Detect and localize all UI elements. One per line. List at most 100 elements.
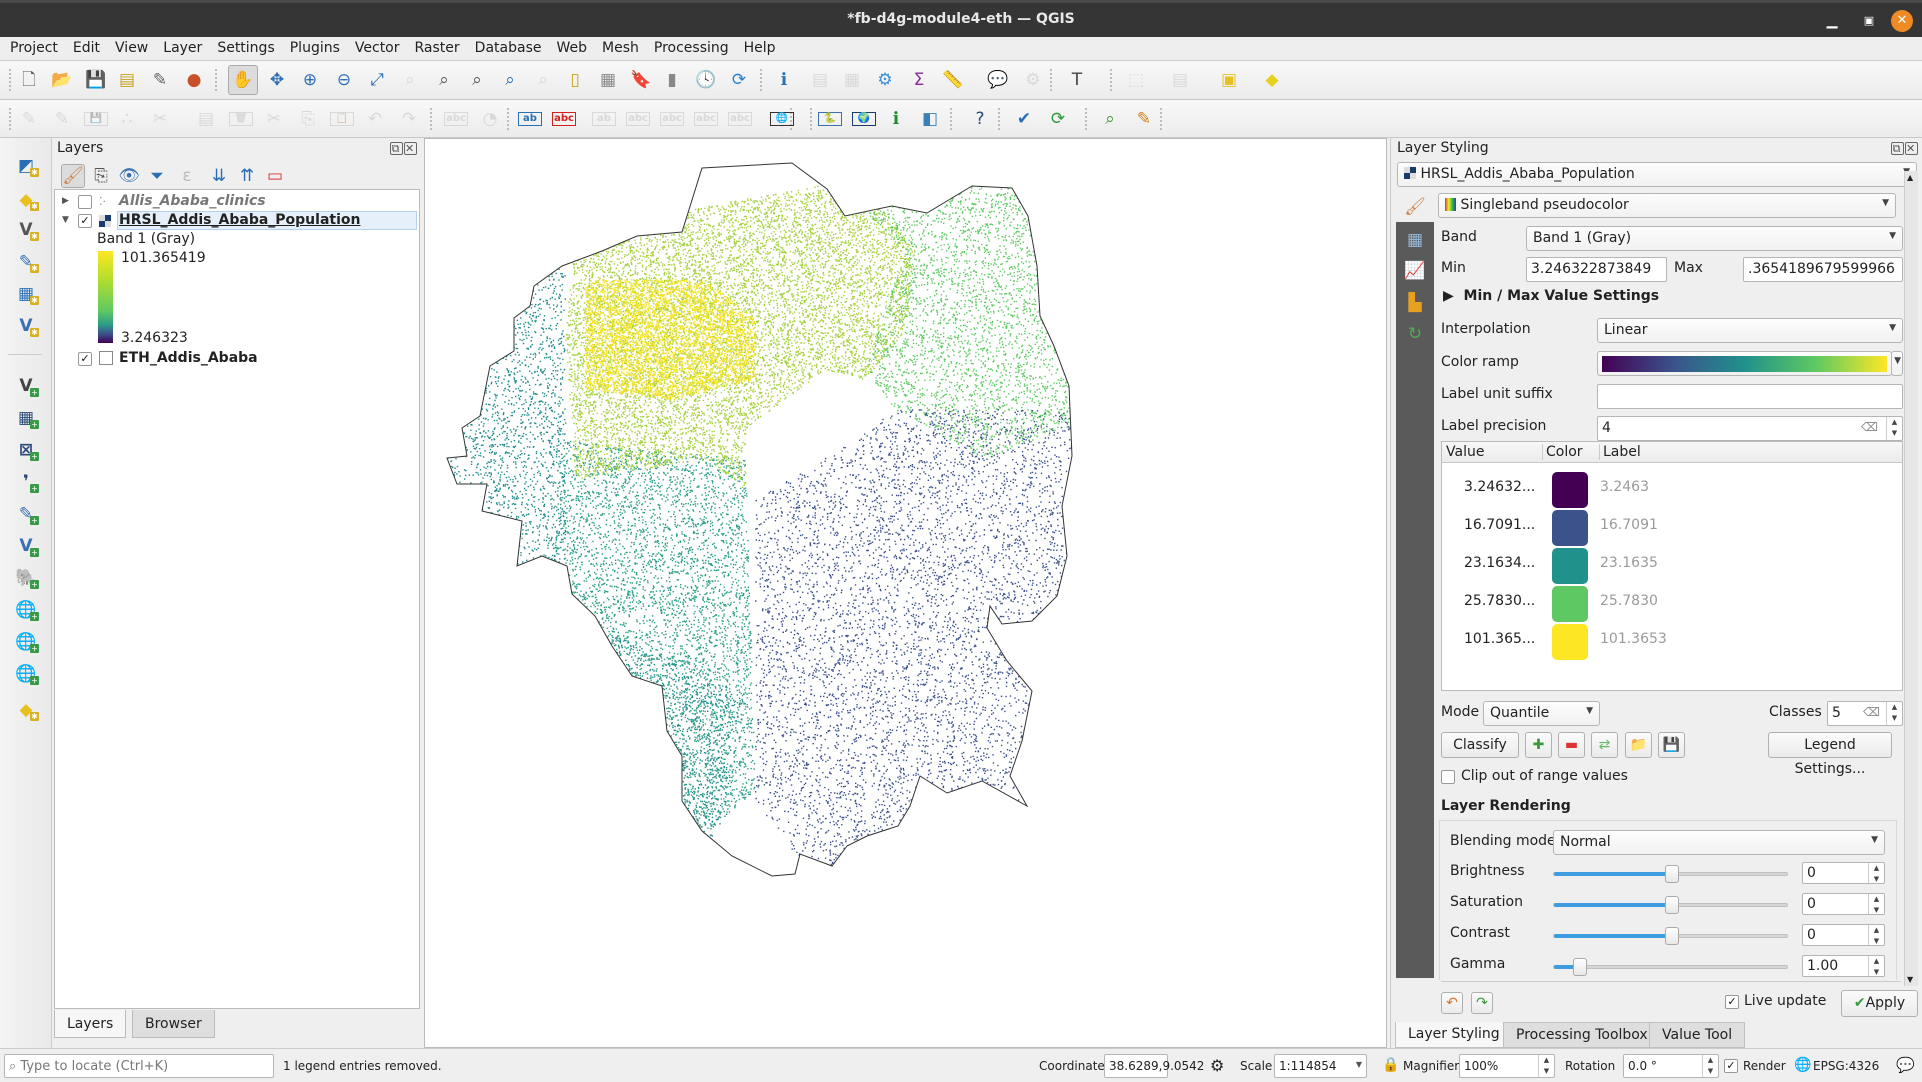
layer-select[interactable]: HRSL_Addis_Ababa_Population ▼: [1397, 162, 1917, 187]
toolbar-grip[interactable]: [1085, 108, 1089, 130]
class-color-swatch[interactable]: [1552, 510, 1588, 546]
label-precision-spinbox[interactable]: 4 ⌫ ▲ ▼: [1597, 416, 1903, 441]
spin-arrows-icon[interactable]: ▲ ▼: [1868, 863, 1884, 883]
zoom-out-icon[interactable]: ⊖: [332, 68, 356, 92]
scroll-down-icon[interactable]: ▼: [1907, 975, 1913, 984]
minmax-settings-toggle[interactable]: ▶ Min / Max Value Settings: [1443, 288, 1659, 304]
class-label[interactable]: 23.1635: [1600, 555, 1658, 571]
class-label[interactable]: 16.7091: [1600, 517, 1658, 533]
save-project-icon[interactable]: 💾: [84, 68, 108, 92]
spin-arrows-icon[interactable]: ▲ ▼: [1538, 1055, 1554, 1077]
gamma-slider[interactable]: [1553, 958, 1788, 976]
lock-scale-icon[interactable]: 🔒: [1382, 1057, 1399, 1073]
map-canvas[interactable]: [424, 138, 1387, 1048]
show-hide-labels-icon[interactable]: abc: [626, 112, 650, 126]
rotate-label-icon[interactable]: abc: [660, 112, 684, 126]
rotation-spinbox[interactable]: 0.0 ° ▲ ▼: [1623, 1054, 1719, 1078]
menu-edit[interactable]: Edit: [73, 37, 100, 56]
open-attribute-table-icon[interactable]: ▤: [808, 68, 832, 92]
menu-help[interactable]: Help: [744, 37, 776, 56]
class-color-swatch[interactable]: [1552, 624, 1588, 660]
mode-select[interactable]: Quantile ▼: [1483, 701, 1600, 726]
identify-features-icon[interactable]: ℹ: [772, 68, 796, 92]
undo-icon[interactable]: ↶: [363, 107, 387, 131]
class-row[interactable]: 101.365... 101.3653: [1442, 622, 1902, 660]
current-edits-icon[interactable]: ✎: [17, 107, 41, 131]
map-tips-icon[interactable]: 💬: [986, 68, 1010, 92]
expand-all-icon[interactable]: ⇊: [207, 164, 231, 188]
saturation-spinbox[interactable]: 0 ▲ ▼: [1802, 893, 1885, 915]
processing-toolbox-icon[interactable]: ⚙: [873, 68, 897, 92]
render-checkbox[interactable]: ✓: [1724, 1059, 1738, 1073]
add-point-feature-icon[interactable]: ∴: [115, 107, 139, 131]
show-bookmarks-icon[interactable]: ▮: [660, 68, 684, 92]
toolbar-grip[interactable]: [950, 108, 954, 130]
classes-spinbox[interactable]: 5 ⌫ ▲ ▼: [1827, 701, 1903, 726]
live-update-checkbox[interactable]: ✓: [1725, 995, 1739, 1009]
brightness-slider[interactable]: [1553, 865, 1788, 883]
add-group-icon[interactable]: ⎘: [89, 164, 113, 188]
new-map-view-icon[interactable]: ▯: [563, 68, 587, 92]
contrast-spinbox[interactable]: 0 ▲ ▼: [1802, 924, 1885, 946]
toolbar-grip[interactable]: [1160, 108, 1164, 130]
slider-handle[interactable]: [1664, 927, 1679, 945]
refresh-icon[interactable]: ⟳: [727, 68, 751, 92]
deselect-features-icon[interactable]: ▤: [1168, 68, 1192, 92]
remove-layer-icon[interactable]: ▭: [263, 164, 287, 188]
max-input[interactable]: .3654189679599966: [1743, 257, 1903, 282]
slider-handle[interactable]: [1664, 865, 1679, 883]
expand-arrow-icon[interactable]: ▶: [62, 192, 69, 211]
delete-selected-icon[interactable]: 🗑: [229, 112, 253, 126]
crs-globe-icon[interactable]: 🌐: [1794, 1057, 1811, 1073]
toolbar-grip[interactable]: [760, 69, 764, 91]
histogram-tab-icon[interactable]: 📈: [1403, 259, 1427, 283]
menu-processing[interactable]: Processing: [654, 37, 729, 56]
column-label[interactable]: Label: [1599, 444, 1641, 460]
class-row[interactable]: 16.7091... 16.7091: [1442, 508, 1902, 546]
toggle-editing-icon[interactable]: ✎: [50, 107, 74, 131]
modify-attributes-icon[interactable]: ▤: [194, 107, 218, 131]
text-annotation-icon[interactable]: T: [1065, 68, 1089, 92]
layer-row-boundary[interactable]: ✓ ETH_Addis_Ababa: [55, 349, 419, 368]
globe-plugin-icon[interactable]: 🌍: [852, 112, 876, 126]
style-manager-icon[interactable]: ●: [182, 68, 206, 92]
layer-row-population[interactable]: ▼ ✓ HRSL_Addis_Ababa_Population: [55, 211, 419, 230]
float-panel-icon[interactable]: ⧉: [1891, 142, 1904, 155]
messages-icon[interactable]: 💬: [1896, 1056, 1915, 1074]
zoom-in-icon[interactable]: ⊕: [298, 68, 322, 92]
layer-labeling-icon[interactable]: abc: [444, 112, 468, 126]
slider-handle[interactable]: [1664, 896, 1679, 914]
cut-features-icon[interactable]: ✂: [262, 107, 286, 131]
class-row[interactable]: 25.7830... 25.7830: [1442, 584, 1902, 622]
menu-view[interactable]: View: [115, 37, 148, 56]
menu-settings[interactable]: Settings: [217, 37, 274, 56]
remove-class-button[interactable]: ▬: [1558, 732, 1585, 758]
class-label[interactable]: 25.7830: [1600, 593, 1658, 609]
class-color-swatch[interactable]: [1552, 586, 1588, 622]
maximize-icon[interactable]: ▣: [1858, 10, 1880, 32]
help-contents-icon[interactable]: ?: [968, 107, 992, 131]
brightness-spinbox[interactable]: 0 ▲ ▼: [1802, 862, 1885, 884]
close-panel-icon[interactable]: ✕: [1905, 142, 1918, 155]
paste-features-icon[interactable]: 📋: [330, 112, 354, 126]
temporal-controller-icon[interactable]: 🕓: [694, 68, 718, 92]
menu-web[interactable]: Web: [556, 37, 587, 56]
collapse-all-icon[interactable]: ⇈: [235, 164, 259, 188]
class-value[interactable]: 25.7830...: [1464, 593, 1535, 609]
class-value[interactable]: 23.1634...: [1464, 555, 1535, 571]
field-calculator-icon[interactable]: ▦: [840, 68, 864, 92]
save-layer-edits-icon[interactable]: 💾: [84, 112, 108, 126]
symbology-tab-icon[interactable]: ▦: [1403, 228, 1427, 252]
layer-visibility-checkbox[interactable]: [78, 195, 92, 209]
spin-arrows-icon[interactable]: ▲ ▼: [1868, 956, 1884, 976]
magnifier-spinbox[interactable]: 100% ▲ ▼: [1459, 1054, 1555, 1078]
toolbar-grip[interactable]: [1110, 69, 1114, 91]
map-render[interactable]: [425, 139, 1387, 1048]
run-action-icon[interactable]: ⚙: [1021, 68, 1045, 92]
blending-mode-select[interactable]: Normal ▼: [1553, 830, 1885, 855]
zoom-full-icon[interactable]: ⤢: [365, 68, 389, 92]
spin-arrows-icon[interactable]: ▲ ▼: [1886, 417, 1902, 440]
contrast-slider[interactable]: [1553, 927, 1788, 945]
value-tool-icon[interactable]: ℹ: [884, 107, 908, 131]
classify-button[interactable]: Classify: [1441, 732, 1519, 758]
